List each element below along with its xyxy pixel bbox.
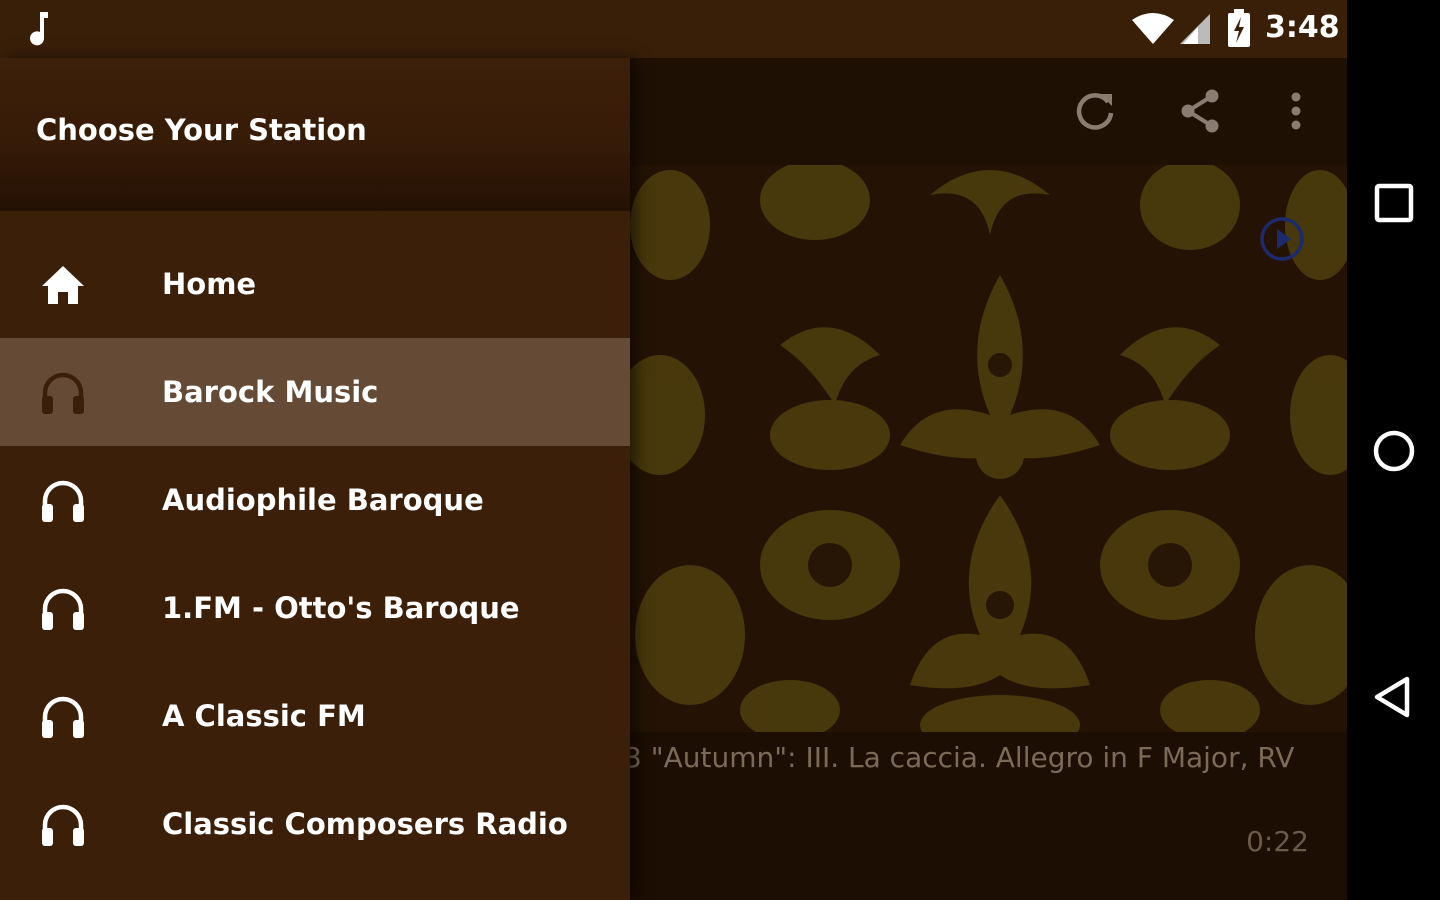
elapsed-time: 0:22: [1246, 825, 1309, 858]
station-list: Home Barock Music Audiophile Baroque 1.F…: [0, 230, 630, 878]
refresh-icon[interactable]: [1070, 86, 1120, 136]
drawer-item-classic-composers-radio[interactable]: Classic Composers Radio: [0, 770, 630, 878]
drawer-item-label: Home: [162, 267, 257, 301]
headphones-icon: [42, 696, 84, 738]
drawer-item-label: A Classic FM: [162, 699, 366, 733]
battery-charging-icon: [1228, 9, 1250, 47]
home-circle-icon[interactable]: [1369, 426, 1419, 476]
status-clock: 3:48: [1265, 10, 1340, 45]
more-vert-icon[interactable]: [1271, 86, 1321, 136]
drawer-item-label: Barock Music: [162, 375, 379, 409]
drawer-item-barock-music[interactable]: Barock Music: [0, 338, 630, 446]
app-toolbar: [630, 58, 1347, 165]
drawer-item-a-classic-fm[interactable]: A Classic FM: [0, 662, 630, 770]
drawer-item-label: Audiophile Baroque: [162, 483, 484, 517]
status-bar: 3:48: [0, 0, 1347, 58]
share-icon[interactable]: [1176, 86, 1226, 136]
wifi-icon: [1132, 13, 1174, 44]
signal-icon: [1180, 14, 1210, 44]
home-icon: [42, 266, 84, 304]
drawer-item-otto-baroque[interactable]: 1.FM - Otto's Baroque: [0, 554, 630, 662]
damask-pattern: [630, 165, 1347, 732]
back-icon[interactable]: [1369, 672, 1419, 722]
headphones-icon: [42, 804, 84, 846]
track-title: 3 "Autumn": III. La caccia. Allegro in F…: [630, 741, 1296, 774]
headphones-icon: [42, 372, 84, 414]
drawer-header: Choose Your Station: [0, 58, 630, 211]
drawer-title: Choose Your Station: [36, 113, 367, 147]
headphones-icon: [42, 588, 84, 630]
recents-icon[interactable]: [1369, 178, 1419, 228]
headphones-icon: [42, 480, 84, 522]
drawer-item-home[interactable]: Home: [0, 230, 630, 338]
system-nav-bar: [1347, 0, 1440, 900]
navigation-drawer: Choose Your Station Home Barock Music Au…: [0, 58, 630, 900]
music-note-icon: [30, 12, 48, 46]
drawer-item-label: Classic Composers Radio: [162, 807, 568, 841]
drawer-item-audiophile-baroque[interactable]: Audiophile Baroque: [0, 446, 630, 554]
player-screen: 3 "Autumn": III. La caccia. Allegro in F…: [630, 58, 1347, 900]
station-artwork: [630, 165, 1347, 732]
play-circle-icon[interactable]: [1258, 215, 1306, 263]
drawer-item-label: 1.FM - Otto's Baroque: [162, 591, 520, 625]
